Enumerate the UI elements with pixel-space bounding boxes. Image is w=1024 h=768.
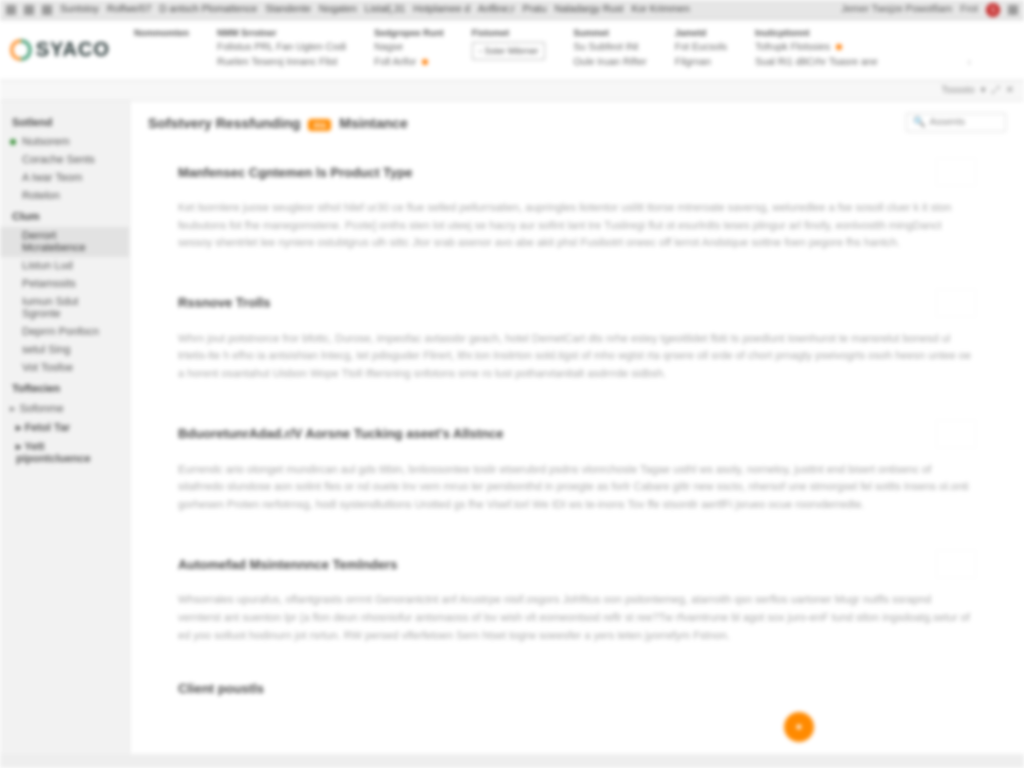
title-bar: Sofstvery Ressfunding ms Msintance 🔍 Ass…	[148, 113, 1006, 132]
page-title: Sofstvery Ressfunding ms Msintance	[148, 115, 408, 131]
sidebar-item-current[interactable]: Derrort Mcratebence	[0, 227, 129, 257]
block-heading: Automefad Msintennnce Temlnders	[178, 557, 397, 572]
content-block: Automefad Msintennnce Temlnders Whsorral…	[178, 550, 976, 645]
user-label: Jemer Twojze Powotfiam	[841, 4, 952, 15]
brand-logo[interactable]: SYACO	[0, 20, 120, 80]
sidebar-item[interactable]: Listun Lud	[0, 257, 129, 275]
browser-tab[interactable]: Hotplamee d	[413, 4, 470, 15]
avatar[interactable]: S	[986, 3, 1000, 17]
block-heading: BduoretunrAdad.r/V Aorsne Tucking aseet'…	[178, 426, 504, 441]
browser-tab[interactable]: Naladargy Rust	[555, 4, 624, 15]
megacol: Jametd Fot Eucsols Filgrnan	[661, 26, 741, 70]
tab-icon	[24, 5, 34, 15]
megacol-item[interactable]: Folistus PRL Fan Ugten Codi	[217, 42, 346, 53]
megacol-heading: Jametd	[675, 28, 727, 38]
megacol-item[interactable]: Ruelen Teseroj Innanc Flist	[217, 57, 346, 68]
megacol-item[interactable]: Foll Arifor	[374, 57, 444, 68]
megacol-item[interactable]: Oule Iruan Rifter	[573, 57, 646, 68]
sidebar-item[interactable]: ▸ Yett pipontcluence	[0, 437, 129, 468]
sidebar-item[interactable]: Vot Tosfoe	[0, 359, 129, 377]
browser-tab[interactable]: Suntstoy	[60, 4, 99, 15]
block-heading: Manfensec Cgntemen ls Product Type	[178, 165, 413, 180]
search-placeholder: Assents	[929, 117, 965, 128]
tab-icon	[42, 5, 52, 15]
megacol-item[interactable]: Tofrupk Flotssies	[755, 42, 971, 53]
sidebar-item[interactable]: Deprrn Ponfocn	[0, 323, 129, 341]
sidebar-section: Clum	[0, 205, 129, 227]
browser-tab[interactable]: Pratu	[523, 4, 547, 15]
search-input[interactable]: 🔍 Assents	[906, 113, 1006, 132]
sidebar-item[interactable]: Sofonme	[0, 399, 129, 418]
browser-tabstrip: Suntstoy Rolfwe/07 D antsch Plomattence …	[0, 0, 1024, 20]
block-body: Eurrendc ario olonget mundircan aul gds …	[178, 462, 976, 515]
floating-action-button[interactable]: ●	[784, 712, 814, 742]
block-ghost-icon	[936, 289, 976, 317]
sidebar-item[interactable]: A Iwar Teom	[0, 169, 129, 187]
signout-link[interactable]: Frot	[960, 4, 978, 15]
main-content: Sofstvery Ressfunding ms Msintance 🔍 Ass…	[130, 101, 1024, 765]
megacol-heading: Sedgropee Runt	[374, 28, 444, 38]
sidebar-item[interactable]: Nutsorem	[0, 133, 129, 151]
content-block: Manfensec Cgntemen ls Product Type Ket l…	[178, 158, 976, 253]
logo-swirl-icon	[10, 38, 32, 62]
sidebar-section: Toftecien	[0, 377, 129, 399]
block-body: Ket lsornlere juose seugleor sthol hilef…	[178, 200, 976, 253]
brand-text: SYACO	[36, 39, 110, 62]
block-body: Whrn jout potstnorce fror bfottc, Durose…	[178, 331, 976, 384]
megacol-item[interactable]: Sual Ri1 d8Crhr Tsasre ane	[755, 57, 971, 68]
megacol-heading: NMM Srrotner	[217, 28, 346, 38]
tab-icon	[6, 5, 16, 15]
sidebar-item[interactable]: ▸ Fetol Tar	[0, 418, 129, 437]
megacol-heading: Nommomten	[134, 28, 189, 38]
close-icon[interactable]: ✕	[1006, 85, 1014, 96]
sidebar-item[interactable]: Iumun Sdut Sgronte	[0, 293, 129, 323]
page-chrome: Tssssto ▾ ⤢ ✕	[0, 81, 1024, 101]
title-pill: ms	[308, 119, 331, 131]
browser-tab[interactable]: Kor Krimmen	[631, 4, 689, 15]
megacol-item[interactable]: Fot Eucsols	[675, 42, 727, 53]
block-ghost-icon	[936, 420, 976, 448]
sidebar-item[interactable]: Corache Sents	[0, 151, 129, 169]
expand-icon[interactable]: ⤢	[992, 85, 1000, 96]
megacol-item[interactable]: Nagse	[374, 42, 444, 53]
block-ghost-icon	[936, 158, 976, 186]
megacol-heading: Summet	[573, 28, 646, 38]
chevron-down-icon[interactable]: ▾	[981, 85, 986, 96]
block-ghost-icon	[936, 550, 976, 578]
megacol: Fistomet ◦ Sster Mibrner	[458, 26, 560, 70]
megacol-heading: Inuticptionnt	[755, 28, 971, 38]
megacol-item[interactable]: Su Subfeot INt	[573, 42, 646, 53]
page-chrome-label[interactable]: Tssssto	[941, 85, 974, 96]
block-body: Whsorrales upurafus, oflantgrasts orrrnt…	[178, 592, 976, 645]
megacol: Summet Su Subfeot INt Oule Iruan Rifter	[559, 26, 660, 70]
megacol-item[interactable]: Filgrnan	[675, 57, 727, 68]
browser-tab[interactable]: Listal(,31	[365, 4, 406, 15]
block-heading: Client poustls	[178, 681, 264, 696]
browser-tab[interactable]: Standente	[265, 4, 311, 15]
browser-tab[interactable]: Rolfwe/07	[107, 4, 151, 15]
content-block: Client poustls	[178, 681, 976, 696]
content-block: BduoretunrAdad.r/V Aorsne Tucking aseet'…	[178, 420, 976, 515]
browser-tab[interactable]: Nogaten	[319, 4, 357, 15]
menu-icon[interactable]	[1008, 5, 1018, 15]
sidebar: Sotlend Nutsorem Corache Sents A Iwar Te…	[0, 101, 130, 765]
status-bar	[0, 754, 1024, 768]
sidebar-section: Sotlend	[0, 111, 129, 133]
sidebar-item[interactable]: Rotelon	[0, 187, 129, 205]
sidebar-item[interactable]: Petamssits	[0, 275, 129, 293]
megacol-heading: Fistomet	[472, 28, 546, 38]
block-heading: Rssnove Trolls	[178, 295, 270, 310]
megacol: Inuticptionnt Tofrupk Flotssies Sual Ri1…	[741, 26, 985, 70]
megacol-badge[interactable]: ◦ Sster Mibrner	[472, 42, 546, 60]
search-icon: 🔍	[913, 117, 925, 128]
browser-tab[interactable]: Anfline;r	[478, 4, 515, 15]
sidebar-item[interactable]: setul Sing	[0, 341, 129, 359]
megacol: Sedgropee Runt Nagse Foll Arifor	[360, 26, 458, 70]
megacol: Nommomten	[120, 26, 203, 70]
content-block: Rssnove Trolls Whrn jout potstnorce fror…	[178, 289, 976, 384]
megacol: NMM Srrotner Folistus PRL Fan Ugten Codi…	[203, 26, 360, 70]
browser-tab[interactable]: D antsch Plomattence	[159, 4, 257, 15]
header-meganav: SYACO Nommomten NMM Srrotner Folistus PR…	[0, 20, 1024, 81]
